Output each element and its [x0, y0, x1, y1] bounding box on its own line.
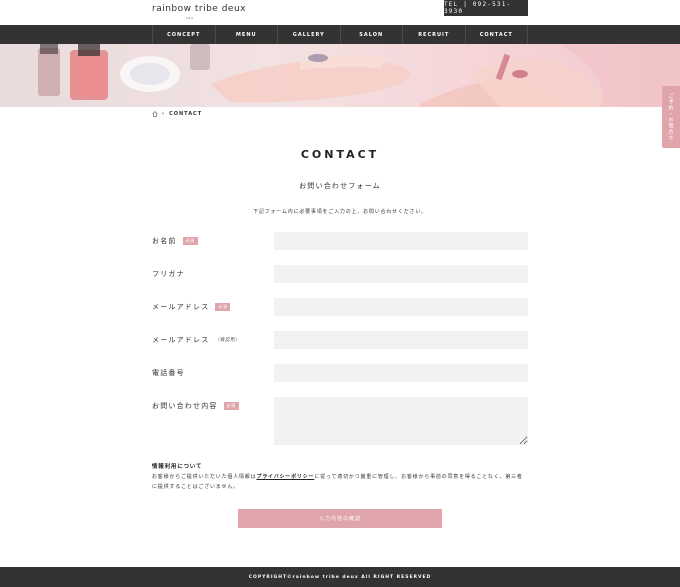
furigana-input[interactable]: [274, 265, 528, 283]
privacy-text: お客様からご提供いただいた個人情報はプライバシーポリシーに従って適切かつ厳重に管…: [152, 472, 528, 492]
home-icon[interactable]: [152, 111, 158, 117]
logo-subtitle: nail: [186, 16, 194, 20]
email-confirm-input[interactable]: [274, 331, 528, 349]
form-intro: 下記フォーム内に必要事項をご入力の上、お問い合わせください。: [253, 209, 427, 215]
hero-image: [0, 44, 680, 107]
form-title: お問い合わせフォーム: [299, 182, 381, 190]
field-label-phone: 電話番号: [152, 368, 185, 378]
field-label-text: 電話番号: [152, 369, 185, 377]
inquiry-textarea[interactable]: [274, 397, 528, 445]
field-label-text: お名前: [152, 237, 177, 245]
nav-item-salon[interactable]: SALON: [339, 25, 403, 44]
global-nav: CONCEPT MENU GALLERY SALON RECRUIT CONTA…: [0, 25, 680, 44]
field-label-text: メールアドレス: [152, 336, 210, 344]
required-badge: 必須: [223, 402, 239, 410]
site-footer: COPYRIGHT©rainbow tribe deux All RIGHT R…: [0, 567, 680, 587]
field-label-name: お名前 必須: [152, 236, 198, 246]
site-logo[interactable]: rainbow tribe deux: [152, 4, 246, 14]
confirm-button[interactable]: 入力内容の確認: [238, 509, 442, 528]
field-label-email-confirm: メールアドレス （確認用）: [152, 335, 240, 345]
breadcrumb-current: CONTACT: [169, 111, 203, 117]
required-badge: 必須: [215, 303, 231, 311]
required-badge: 必須: [182, 237, 198, 245]
tel-badge[interactable]: TEL | 092-531-3930: [444, 0, 528, 16]
email-input[interactable]: [274, 298, 528, 316]
privacy-policy-link[interactable]: プライバシーポリシー: [256, 474, 314, 480]
breadcrumb: › CONTACT: [152, 111, 202, 117]
breadcrumb-separator: ›: [162, 111, 166, 117]
privacy-text-before: お客様からご提供いただいた個人情報は: [152, 474, 257, 480]
field-label-email: メールアドレス 必須: [152, 302, 231, 312]
privacy-title: 情報利用について: [152, 464, 203, 470]
field-label-text: メールアドレス: [152, 303, 210, 311]
nav-item-menu[interactable]: MENU: [214, 25, 278, 44]
name-input[interactable]: [274, 232, 528, 250]
field-label-inquiry: お問い合わせ内容 必須: [152, 401, 239, 411]
field-label-text: お問い合わせ内容: [152, 402, 218, 410]
field-label-note: （確認用）: [215, 338, 241, 343]
site-header: rainbow tribe deux nail TEL | 092-531-39…: [0, 0, 680, 25]
field-label-furigana: フリガナ: [152, 269, 185, 279]
field-label-text: フリガナ: [152, 270, 185, 278]
nav-item-contact[interactable]: CONTACT: [464, 25, 528, 44]
side-reservation-tab[interactable]: ご予約・お問合せ: [662, 86, 680, 148]
nav-item-concept[interactable]: CONCEPT: [152, 25, 215, 44]
nav-item-gallery[interactable]: GALLERY: [277, 25, 340, 44]
phone-input[interactable]: [274, 364, 528, 382]
page-title: CONTACT: [300, 148, 380, 161]
nav-item-recruit[interactable]: RECRUIT: [402, 25, 465, 44]
